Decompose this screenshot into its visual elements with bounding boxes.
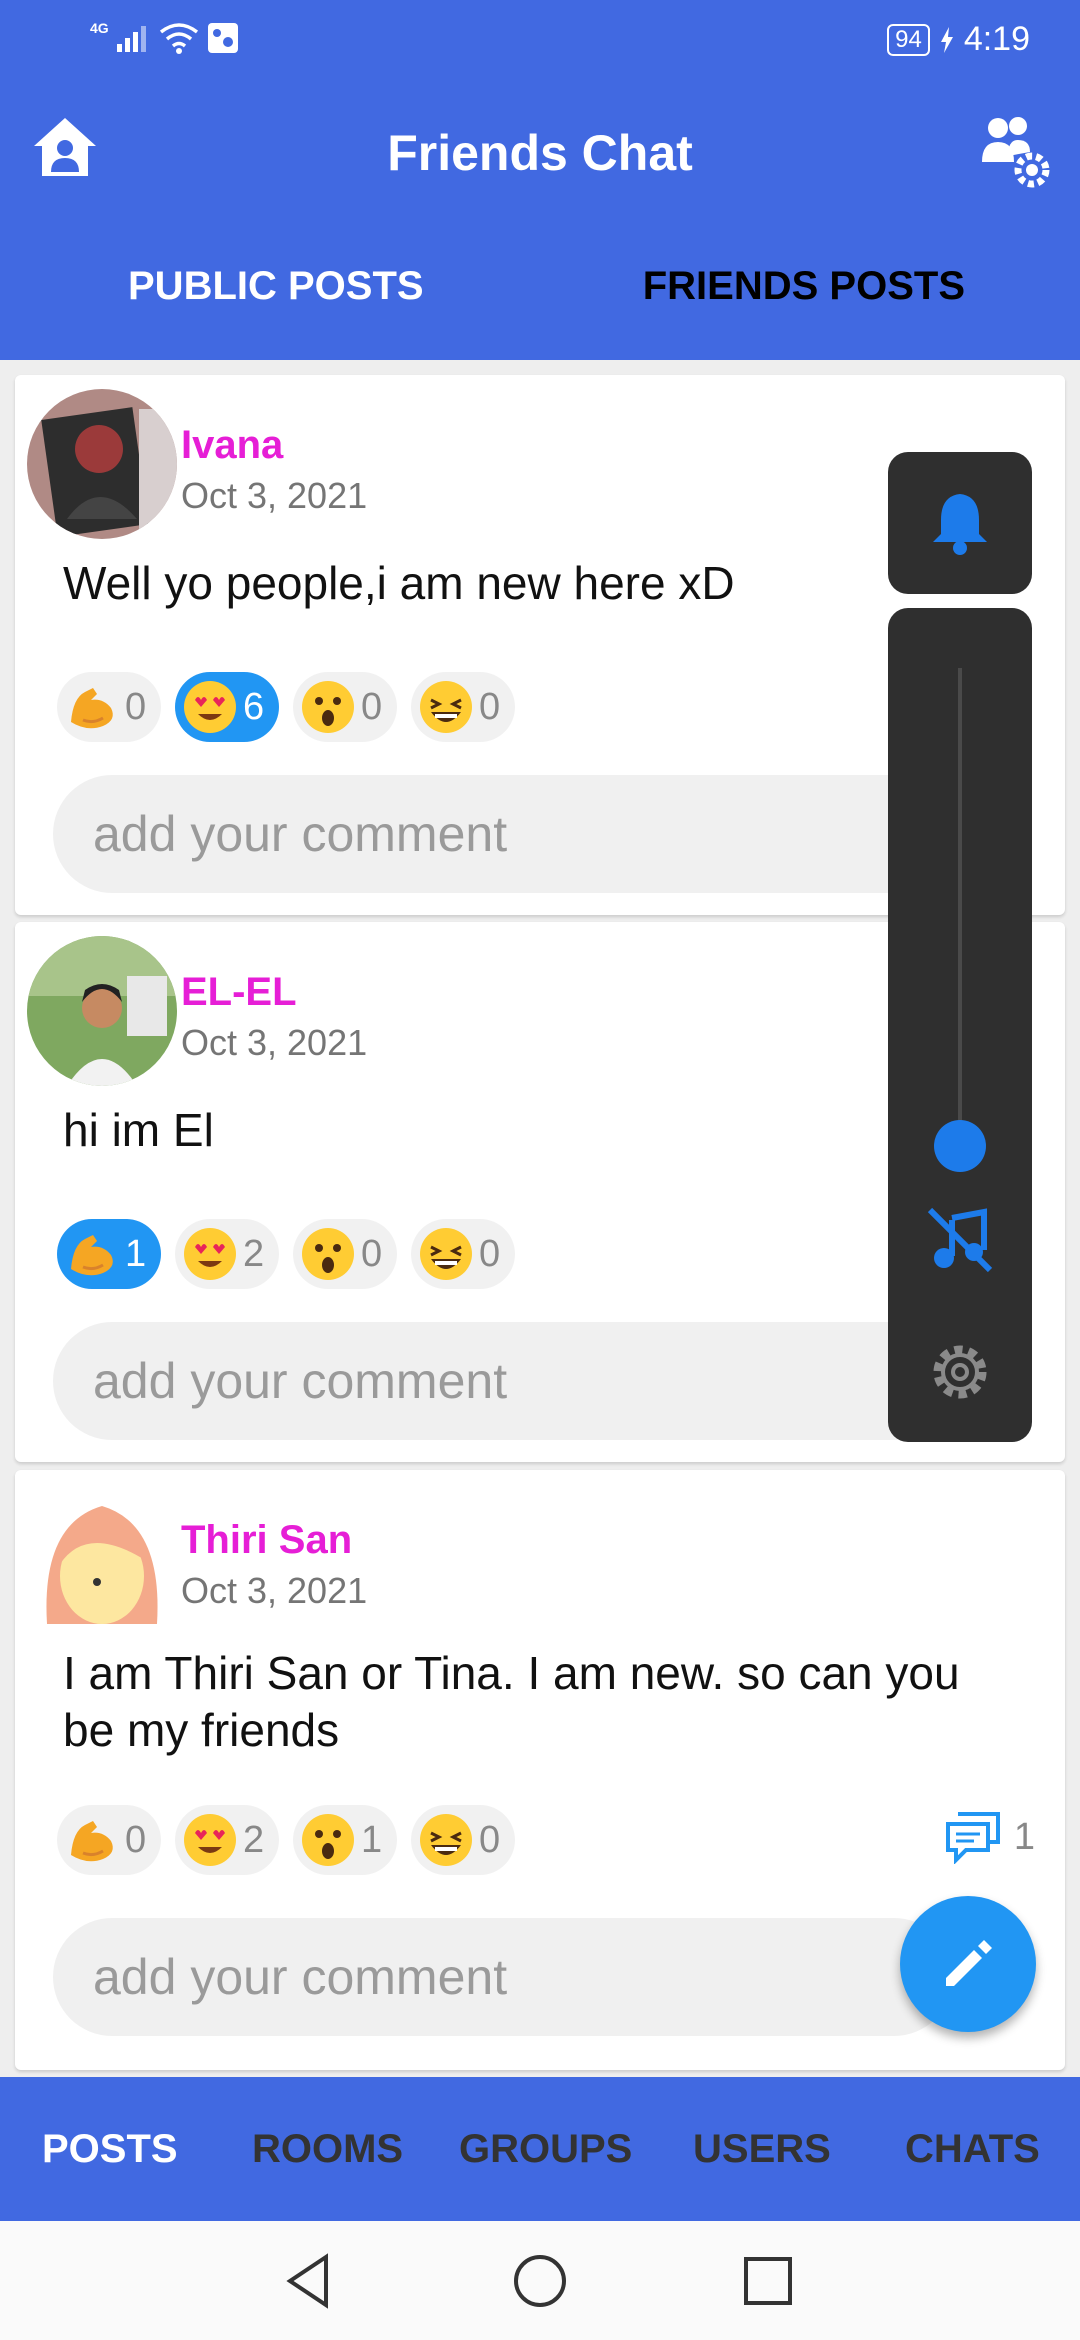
- reaction-count: 0: [125, 685, 147, 728]
- post-tabs: PUBLIC POSTS FRIENDS POSTS: [0, 224, 1080, 360]
- charging-icon: [940, 26, 953, 53]
- tab-friends-posts[interactable]: FRIENDS POSTS: [643, 264, 965, 309]
- reaction-count: 0: [479, 685, 501, 728]
- post-text: hi im El: [63, 1104, 214, 1156]
- reaction-count: 0: [361, 685, 383, 728]
- reaction-count: 0: [125, 1818, 147, 1861]
- comment-input[interactable]: [53, 1322, 953, 1440]
- reaction-flex[interactable]: 1: [57, 1219, 161, 1289]
- volume-slider-thumb[interactable]: [934, 1120, 986, 1172]
- comment-input[interactable]: [53, 1918, 953, 2036]
- status-bar: 4G 94 4:19: [0, 0, 1080, 84]
- avatar: [27, 389, 177, 539]
- laughing-icon: [420, 1228, 472, 1280]
- reaction-wow[interactable]: 1: [293, 1805, 397, 1875]
- post-date: Oct 3, 2021: [181, 1570, 368, 1611]
- reaction-count: 2: [243, 1232, 265, 1275]
- nav-posts[interactable]: POSTS: [42, 2127, 178, 2172]
- reaction-count: 0: [479, 1818, 501, 1861]
- reaction-count: 0: [361, 1232, 383, 1275]
- volume-track[interactable]: [958, 668, 962, 1158]
- post-date: Oct 3, 2021: [181, 1022, 368, 1063]
- post-date: Oct 3, 2021: [181, 475, 368, 516]
- reaction-count: 1: [125, 1232, 147, 1275]
- battery-indicator: 94: [887, 23, 930, 56]
- comments-icon: [945, 1812, 1000, 1864]
- reaction-wow[interactable]: 0: [293, 672, 397, 742]
- music-off-icon[interactable]: [926, 1206, 994, 1274]
- flex-icon: [71, 1235, 113, 1276]
- flex-icon: [71, 1821, 113, 1862]
- reaction-count: 0: [479, 1232, 501, 1275]
- nav-rooms[interactable]: ROOMS: [252, 2127, 403, 2172]
- comments-button[interactable]: 1: [944, 1810, 1035, 1864]
- flex-icon: [71, 688, 113, 729]
- recents-icon[interactable]: [738, 2251, 798, 2311]
- laughing-icon: [420, 681, 472, 733]
- surprised-icon: [302, 1228, 354, 1280]
- heart-eyes-icon: [184, 1814, 236, 1866]
- app-notification-icon: [207, 23, 238, 53]
- network-label: 4G: [90, 20, 109, 36]
- system-navigation-bar: [0, 2221, 1080, 2340]
- avatar: [27, 1484, 177, 1634]
- signal-icon: [116, 26, 146, 52]
- reaction-haha[interactable]: 0: [411, 1805, 515, 1875]
- clock: 4:19: [963, 20, 1030, 58]
- reaction-count: 2: [243, 1818, 265, 1861]
- tab-public-posts[interactable]: PUBLIC POSTS: [128, 264, 424, 309]
- bell-icon: [933, 494, 987, 555]
- reaction-wow[interactable]: 0: [293, 1219, 397, 1289]
- reaction-love[interactable]: 2: [175, 1219, 279, 1289]
- new-post-button[interactable]: [900, 1896, 1036, 2032]
- reaction-count: 6: [243, 685, 265, 728]
- reaction-love[interactable]: 6: [175, 672, 279, 742]
- app-bar: Friends Chat: [0, 84, 1080, 224]
- gear-icon[interactable]: [928, 1340, 992, 1404]
- avatar: [27, 936, 177, 1086]
- reaction-bar: 0 6 0 0: [57, 672, 515, 742]
- reaction-bar: 1 2 0 0: [57, 1219, 515, 1289]
- comments-count: 1: [1013, 1815, 1035, 1858]
- surprised-icon: [302, 1814, 354, 1866]
- post-author[interactable]: Thiri San: [181, 1518, 352, 1563]
- reaction-haha[interactable]: 0: [411, 1219, 515, 1289]
- ringer-mode-button[interactable]: [888, 452, 1032, 594]
- comment-input[interactable]: [53, 775, 953, 893]
- bottom-nav: POSTS ROOMS GROUPS USERS CHATS: [0, 2077, 1080, 2221]
- home-nav-icon[interactable]: [510, 2251, 570, 2311]
- back-icon[interactable]: [280, 2251, 340, 2311]
- reaction-love[interactable]: 2: [175, 1805, 279, 1875]
- pencil-icon: [946, 1940, 992, 1986]
- app-title: Friends Chat: [387, 125, 693, 181]
- nav-users[interactable]: USERS: [693, 2127, 831, 2172]
- post-text: Well yo people,i am new here xD: [63, 557, 735, 609]
- reaction-haha[interactable]: 0: [411, 672, 515, 742]
- reaction-count: 1: [361, 1818, 383, 1861]
- post-author[interactable]: Ivana: [181, 423, 283, 468]
- heart-eyes-icon: [184, 681, 236, 733]
- post-text: I am Thiri San or Tina. I am new. so can…: [63, 1647, 960, 1756]
- reaction-bar: 0 2 1 0: [57, 1805, 515, 1875]
- laughing-icon: [420, 1814, 472, 1866]
- reaction-flex[interactable]: 0: [57, 672, 161, 742]
- group-settings-icon[interactable]: [974, 112, 1054, 192]
- post-author[interactable]: EL-EL: [181, 970, 297, 1015]
- volume-panel: [888, 608, 1032, 1442]
- heart-eyes-icon: [184, 1228, 236, 1280]
- nav-groups[interactable]: GROUPS: [459, 2127, 632, 2172]
- reaction-flex[interactable]: 0: [57, 1805, 161, 1875]
- wifi-icon: [159, 23, 198, 54]
- surprised-icon: [302, 681, 354, 733]
- nav-chats[interactable]: CHATS: [905, 2127, 1040, 2172]
